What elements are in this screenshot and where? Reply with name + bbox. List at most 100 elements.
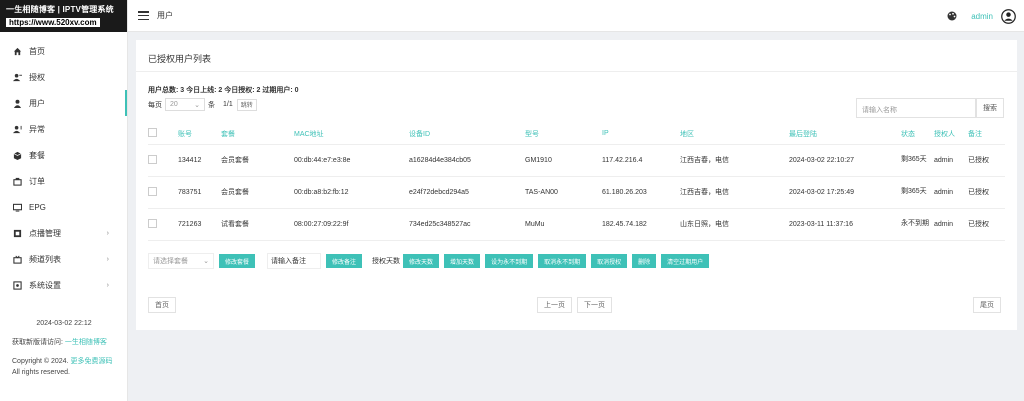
sidebar-nav: 首页 授权 用户 异常 套餐 订单 EPG 点播管理 › 频道列表 › 系统设置… <box>0 38 127 298</box>
note-input[interactable]: 请输入备注 <box>267 253 322 269</box>
sidebar-item-channels[interactable]: 频道列表 › <box>0 246 127 272</box>
delete-button[interactable]: 删除 <box>632 254 657 268</box>
days-label: 授权天数 <box>372 258 401 265</box>
chevron-right-icon: › <box>106 281 109 289</box>
logo-url: https://www.520xv.com <box>6 18 100 27</box>
row-select-cell <box>148 208 178 241</box>
user-stats: 用户总数: 3 今日上线: 2 今日授权: 2 过期用户: 0 <box>148 87 299 94</box>
col-last-login: 最后登陆 <box>789 124 901 145</box>
update-notice: 获取新版请访问: 一生相随博客 <box>0 337 128 347</box>
row-select-cell <box>148 176 178 209</box>
cell-account: 134412 <box>178 144 221 177</box>
search-input[interactable]: 请输入名称 <box>856 98 976 118</box>
more-source-link[interactable]: 更多免费源码 <box>70 358 112 365</box>
cell-status: 剩365天 <box>901 144 934 177</box>
table-row[interactable]: 721263 试看套餐 08:00:27:09:22:9f 734ed25c34852… <box>148 208 1005 241</box>
cell-mac: 08:00:27:09:22:9f <box>294 208 409 241</box>
select-all-checkbox[interactable] <box>148 128 157 138</box>
cell-account: 721263 <box>178 208 221 241</box>
per-page-control: 每页 20 ⌄ 条 1/1 跳转 <box>148 98 257 111</box>
sidebar-item-vod[interactable]: 点播管理 › <box>0 220 127 246</box>
row-checkbox[interactable] <box>148 218 157 228</box>
last-page-button[interactable]: 尾页 <box>973 297 1001 313</box>
settings-icon <box>12 280 22 290</box>
cell-note: 已授权 <box>968 208 1005 241</box>
modify-note-button[interactable]: 修改备注 <box>326 254 363 268</box>
user-name[interactable]: admin <box>971 12 993 21</box>
user-key-icon <box>12 72 22 82</box>
card-title: 已授权用户列表 <box>136 40 1017 72</box>
cell-mac: 00:db:a8:b2:fb:12 <box>294 176 409 209</box>
sidebar-item-abnormal[interactable]: 异常 <box>0 116 127 142</box>
menu-toggle-icon[interactable] <box>138 11 149 20</box>
rights-text: All rights reserved. <box>12 369 70 376</box>
sidebar-item-epg[interactable]: EPG <box>0 194 127 220</box>
chevron-right-icon: › <box>106 255 109 263</box>
avatar[interactable] <box>1001 8 1016 24</box>
add-days-button[interactable]: 增加天数 <box>444 254 481 268</box>
cell-mac: 00:db:44:e7:e3:8e <box>294 144 409 177</box>
first-page-button[interactable]: 首页 <box>148 297 176 313</box>
cell-model: GM1910 <box>525 144 602 177</box>
table-row[interactable]: 783751 会员套餐 00:db:a8:b2:fb:12 e24f72debcd29… <box>148 176 1005 209</box>
sidebar-item-label: 点播管理 <box>29 228 61 238</box>
search-button[interactable]: 搜索 <box>976 98 1004 118</box>
sidebar-item-orders[interactable]: 订单 <box>0 168 127 194</box>
copyright: Copyright © 2024. 更多免费源码 All rights rese… <box>0 356 128 378</box>
logo[interactable]: 一生相随博客 | IPTV管理系统 https://www.520xv.com <box>0 0 127 32</box>
sidebar-item-auth[interactable]: 授权 <box>0 64 127 90</box>
row-checkbox[interactable] <box>148 154 157 164</box>
cell-device-id: e24f72debcd294a5 <box>409 176 525 209</box>
sidebar: 一生相随博客 | IPTV管理系统 https://www.520xv.com … <box>0 0 128 401</box>
modify-days-button[interactable]: 修改天数 <box>403 254 440 268</box>
cell-region: 山东日照，电信 <box>680 208 789 241</box>
cell-status: 永不到期 <box>901 208 934 241</box>
col-status: 状态 <box>901 124 934 145</box>
package-icon <box>12 150 22 160</box>
cell-region: 江西吉春，电信 <box>680 144 789 177</box>
header-select-all[interactable] <box>148 124 178 145</box>
cell-authorizer: admin <box>934 176 968 209</box>
user-icon <box>12 98 22 108</box>
cell-last-login: 2024-03-02 22:10:27 <box>789 144 901 177</box>
clear-expired-button[interactable]: 清空过期用户 <box>661 254 710 268</box>
current-time: 2024-03-02 22:12 <box>36 320 92 327</box>
sidebar-item-label: 订单 <box>29 176 45 186</box>
top-header: 用户 admin <box>128 0 1024 32</box>
header-right: admin <box>947 0 1016 32</box>
sidebar-item-settings[interactable]: 系统设置 › <box>0 272 127 298</box>
col-authorizer: 授权人 <box>934 124 968 145</box>
cell-device-id: a16284d4e384cb05 <box>409 144 525 177</box>
blog-link[interactable]: 一生相随博客 <box>65 339 107 346</box>
set-never-expire-button[interactable]: 设为永不到期 <box>485 254 534 268</box>
per-page-label: 每页 <box>148 101 162 109</box>
sidebar-item-label: 授权 <box>29 72 45 82</box>
prev-page-button[interactable]: 上一页 <box>537 297 572 313</box>
cancel-never-expire-button[interactable]: 取消永不到期 <box>538 254 587 268</box>
modify-package-button[interactable]: 修改套餐 <box>219 254 256 268</box>
cell-model: MuMu <box>525 208 602 241</box>
next-page-button[interactable]: 下一页 <box>577 297 612 313</box>
table-row[interactable]: 134412 会员套餐 00:db:44:e7:e3:8e a16284d4e384c… <box>148 144 1005 177</box>
cell-ip: 117.42.216.4 <box>602 144 680 177</box>
cell-status: 剩365天 <box>901 176 934 209</box>
cell-authorizer: admin <box>934 144 968 177</box>
action-bar: 请选择套餐 ⌄ 修改套餐 请输入备注 修改备注 授权天数 修改天数 增加天数 设… <box>148 253 710 269</box>
per-page-select[interactable]: 20 ⌄ <box>165 98 205 111</box>
film-icon <box>12 228 22 238</box>
sidebar-item-home[interactable]: 首页 <box>0 38 127 64</box>
jump-button[interactable]: 跳转 <box>236 98 257 111</box>
row-select-cell <box>148 144 178 177</box>
sidebar-item-users[interactable]: 用户 <box>0 90 127 116</box>
sidebar-item-packages[interactable]: 套餐 <box>0 142 127 168</box>
palette-icon[interactable] <box>947 11 957 21</box>
cell-account: 783751 <box>178 176 221 209</box>
row-checkbox[interactable] <box>148 186 157 196</box>
cell-last-login: 2023-03-11 11:37:16 <box>789 208 901 241</box>
sidebar-item-label: 套餐 <box>29 150 45 160</box>
cancel-auth-button[interactable]: 取消授权 <box>591 254 628 268</box>
col-device-id: 设备ID <box>409 124 525 145</box>
sidebar-item-label: EPG <box>29 202 46 212</box>
user-alert-icon <box>12 124 22 134</box>
package-select[interactable]: 请选择套餐 ⌄ <box>148 253 214 269</box>
